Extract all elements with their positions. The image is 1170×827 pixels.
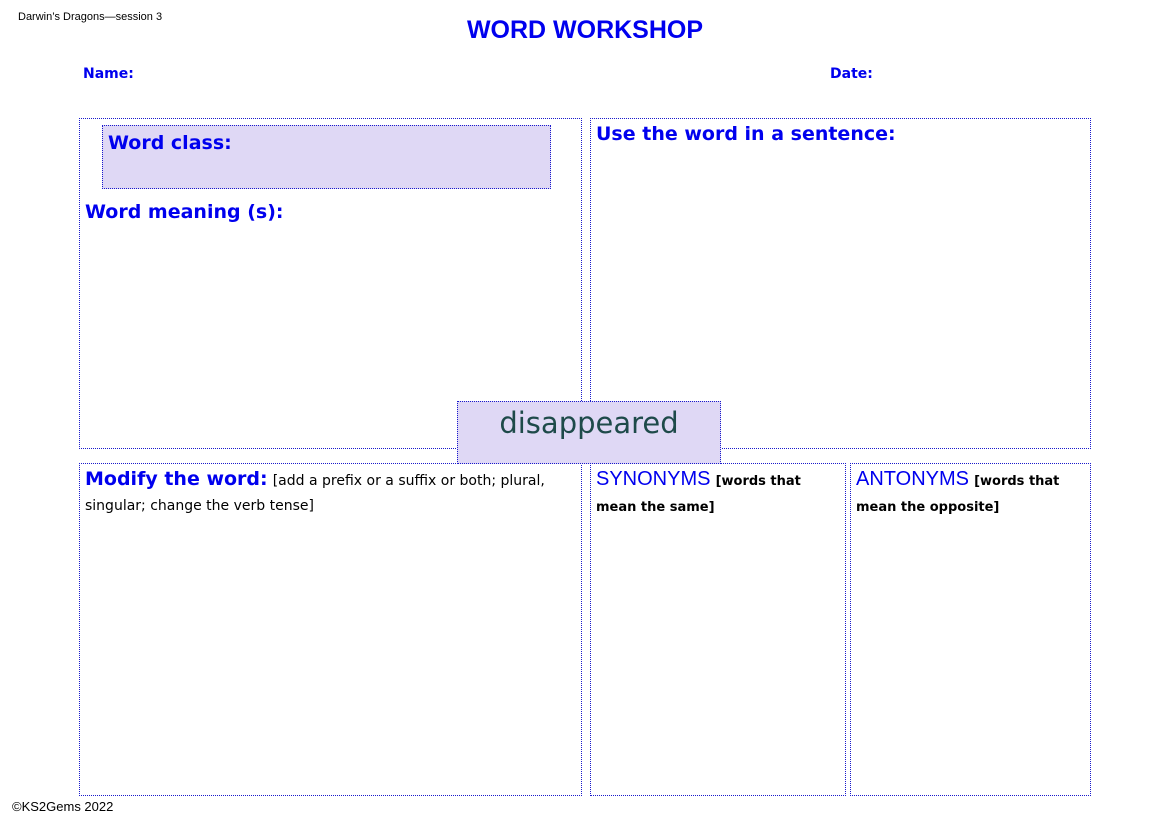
target-word-box: disappeared [457,401,721,464]
name-label: Name: [83,66,134,82]
word-class-box[interactable]: Word class: [102,125,551,189]
copyright: ©KS2Gems 2022 [12,799,114,814]
target-word: disappeared [499,406,679,440]
synonyms-box[interactable]: SYNONYMS [words that mean the same] [590,463,846,796]
antonyms-box[interactable]: ANTONYMS [words that mean the opposite] [850,463,1091,796]
word-class-label: Word class: [108,132,232,154]
word-meaning-box[interactable]: Word class: Word meaning (s): [79,118,582,449]
sentence-box[interactable]: Use the word in a sentence: [590,118,1091,449]
date-label: Date: [830,66,873,82]
page-title: WORD WORKSHOP [466,16,704,44]
word-meaning-label: Word meaning (s): [85,201,284,223]
modify-label: Modify the word: [85,468,268,490]
sentence-label: Use the word in a sentence: [596,123,896,145]
modify-box[interactable]: Modify the word: [add a prefix or a suff… [79,463,582,796]
antonyms-label: ANTONYMS [856,468,969,490]
synonyms-label: SYNONYMS [596,468,711,490]
